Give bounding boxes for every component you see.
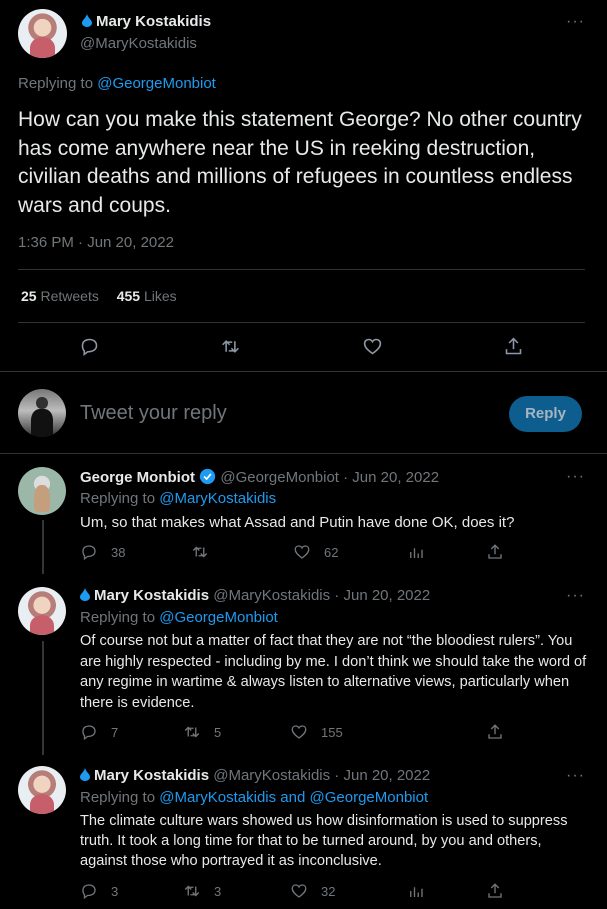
- reply-meta[interactable]: @MaryKostakidis · Jun 20, 2022: [213, 767, 430, 784]
- retweet-icon[interactable]: [220, 336, 241, 357]
- reply-action[interactable]: 38: [80, 543, 125, 561]
- retweet-action[interactable]: [191, 543, 222, 561]
- retweet-action[interactable]: 5: [183, 723, 221, 741]
- reply-header: Mary Kostakidis @MaryKostakidis · Jun 20…: [80, 767, 430, 784]
- replying-to-link[interactable]: @GeorgeMonbiot: [97, 75, 216, 92]
- reply-author-name[interactable]: Mary Kostakidis: [94, 587, 209, 604]
- reply-action[interactable]: 3: [80, 882, 118, 900]
- more-icon[interactable]: ···: [566, 13, 585, 31]
- more-icon[interactable]: ···: [566, 587, 585, 605]
- author-name: Mary Kostakidis: [96, 13, 212, 30]
- share-action[interactable]: [486, 723, 504, 741]
- reply-avatar[interactable]: [18, 467, 66, 515]
- thread-line: [42, 520, 44, 574]
- replying-to: Replying to @GeorgeMonbiot: [80, 609, 278, 626]
- retweet-icon: [192, 546, 208, 558]
- analytics-action[interactable]: [407, 882, 425, 900]
- author-handle[interactable]: @MaryKostakidis: [80, 35, 197, 52]
- replying-to-link[interactable]: @MaryKostakidis and @GeorgeMonbiot: [159, 789, 428, 806]
- retweets-stat[interactable]: 25 Retweets: [21, 288, 103, 304]
- reply-meta[interactable]: @MaryKostakidis · Jun 20, 2022: [213, 587, 430, 604]
- heart-icon: [294, 545, 310, 559]
- user-avatar[interactable]: [18, 389, 66, 437]
- share-icon: [488, 544, 502, 559]
- retweet-action[interactable]: 3: [183, 882, 221, 900]
- reply-text: The climate culture wars showed us how d…: [80, 813, 568, 869]
- heart-icon: [291, 725, 307, 739]
- tweet-text: How can you make this statement George? …: [18, 108, 582, 217]
- analytics-action[interactable]: [407, 543, 425, 561]
- like-action[interactable]: 62: [293, 543, 338, 561]
- like-action[interactable]: 155: [290, 723, 343, 741]
- reply-input[interactable]: Tweet your reply: [80, 402, 227, 425]
- analytics-icon: [410, 548, 423, 558]
- reply-button[interactable]: Reply: [509, 396, 582, 432]
- author-avatar[interactable]: [18, 9, 67, 58]
- replying-to: Replying to @MaryKostakidis: [80, 490, 277, 507]
- tweet-timestamp[interactable]: 1:36 PM · Jun 20, 2022: [18, 234, 174, 251]
- water-drop-icon: [80, 588, 90, 601]
- replying-to-link[interactable]: @MaryKostakidis: [159, 490, 276, 507]
- retweet-icon: [184, 726, 200, 738]
- share-action[interactable]: [486, 543, 504, 561]
- divider: [18, 269, 585, 270]
- divider: [18, 322, 585, 323]
- reply-avatar[interactable]: [18, 587, 66, 635]
- author-name-row[interactable]: Mary Kostakidis: [82, 13, 211, 30]
- reply-header: George Monbiot @GeorgeMonbiot · Jun 20, …: [80, 468, 439, 486]
- share-icon: [488, 883, 502, 898]
- likes-stat[interactable]: 455 Likes: [117, 288, 177, 304]
- divider: [0, 371, 607, 372]
- more-icon[interactable]: ···: [566, 468, 585, 486]
- share-action[interactable]: [486, 882, 504, 900]
- analytics-icon: [410, 887, 423, 897]
- replying-to: Replying to @MaryKostakidis and @GeorgeM…: [80, 789, 429, 806]
- water-drop-icon: [82, 14, 92, 27]
- reply-text: Of course not but a matter of fact that …: [80, 633, 587, 711]
- reply-icon: [82, 725, 96, 741]
- reply-avatar[interactable]: [18, 766, 66, 814]
- replying-to: Replying to @GeorgeMonbiot: [18, 75, 216, 92]
- reply-author-name[interactable]: Mary Kostakidis: [94, 767, 209, 784]
- reply-icon: [82, 545, 96, 561]
- water-drop-icon: [80, 768, 90, 781]
- reply-meta[interactable]: @GeorgeMonbiot · Jun 20, 2022: [220, 469, 439, 486]
- like-action[interactable]: 32: [290, 882, 335, 900]
- more-icon[interactable]: ···: [566, 767, 585, 785]
- reply-icon[interactable]: [79, 336, 100, 357]
- reply-action[interactable]: 7: [80, 723, 118, 741]
- replying-to-link[interactable]: @GeorgeMonbiot: [159, 609, 278, 626]
- share-icon: [488, 724, 502, 739]
- retweet-icon: [184, 885, 200, 897]
- reply-text: Um, so that makes what Assad and Putin h…: [80, 514, 515, 531]
- verified-badge-icon: [200, 468, 216, 485]
- divider: [0, 453, 607, 454]
- reply-author-name[interactable]: George Monbiot: [80, 469, 195, 486]
- engagement-stats: 25 Retweets 455 Likes: [21, 288, 177, 304]
- heart-icon: [291, 884, 307, 898]
- reply-header: Mary Kostakidis @MaryKostakidis · Jun 20…: [80, 587, 430, 604]
- reply-icon: [82, 884, 96, 900]
- share-icon[interactable]: [503, 336, 524, 357]
- thread-line: [42, 641, 44, 755]
- heart-icon[interactable]: [362, 336, 383, 357]
